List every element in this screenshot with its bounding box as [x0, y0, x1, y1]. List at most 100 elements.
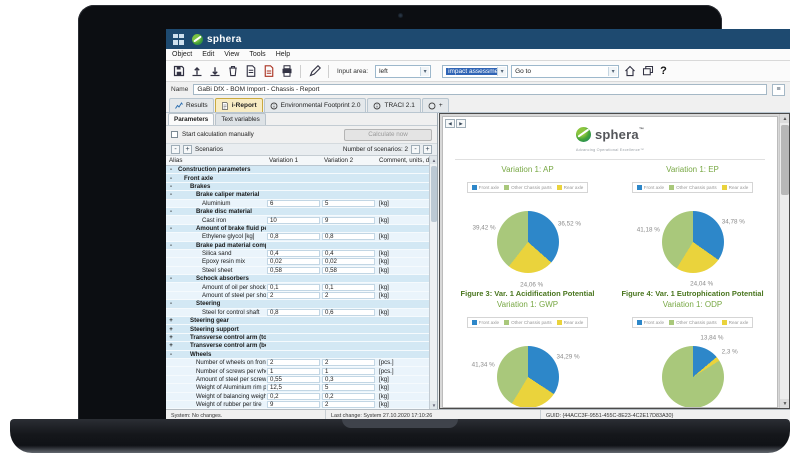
tab-traci[interactable]: TRACI 2.1 [367, 98, 421, 112]
view-mode-select[interactable]: impact assessment ▾ [442, 64, 509, 78]
value-input[interactable]: 2 [322, 401, 375, 409]
import-icon[interactable] [189, 64, 204, 79]
value-input[interactable]: 2 [322, 292, 375, 300]
value-input[interactable]: 0,8 [267, 308, 320, 316]
title-bar: sphera [166, 29, 790, 49]
value-input[interactable]: 9 [267, 401, 320, 409]
tab-add[interactable]: + [421, 98, 449, 112]
value-input[interactable]: 0,4 [322, 250, 375, 258]
legend-item: Other Chassis parts [504, 185, 552, 190]
document-icon[interactable] [243, 64, 258, 79]
expand-toggle[interactable]: + [166, 342, 176, 349]
value-input[interactable]: 0,8 [267, 233, 320, 241]
value-input[interactable]: 0,1 [267, 283, 320, 291]
scroll-thumb[interactable] [781, 125, 789, 195]
sphera-sphere-icon [192, 33, 203, 45]
value-input[interactable]: 0,55 [267, 375, 320, 383]
expand-toggle[interactable]: - [166, 275, 176, 282]
value-input[interactable]: 0,02 [267, 258, 320, 266]
value-input[interactable]: 5 [322, 199, 375, 207]
menu-edit[interactable]: Edit [202, 51, 214, 58]
menu-view[interactable]: View [224, 51, 239, 58]
value-input[interactable]: 1 [267, 367, 320, 375]
expand-toggle[interactable]: - [166, 175, 176, 182]
subtab-parameters[interactable]: Parameters [168, 113, 215, 125]
pdf-export-icon[interactable] [261, 64, 276, 79]
save-icon[interactable] [171, 64, 186, 79]
value-input[interactable]: 0,4 [267, 250, 320, 258]
scroll-thumb[interactable] [431, 166, 437, 222]
value-input[interactable]: 0,58 [267, 266, 320, 274]
alias-cell: Steering [196, 300, 221, 308]
scroll-up-icon[interactable]: ▲ [780, 114, 789, 123]
header-variation1[interactable]: Variation 1 [266, 157, 321, 164]
name-options-button[interactable]: ≡ [772, 83, 785, 96]
subtab-text-variables[interactable]: Text variables [215, 113, 266, 125]
report-scrollbar[interactable]: ▲ ▼ [779, 114, 789, 408]
divider [455, 159, 765, 160]
menu-object[interactable]: Object [172, 51, 192, 58]
tab-i-report[interactable]: i-Report [214, 98, 263, 112]
expand-toggle[interactable]: - [166, 242, 176, 249]
value-input[interactable]: 0,58 [322, 266, 375, 274]
goto-select[interactable]: Go to ▾ [511, 64, 620, 78]
delete-icon[interactable] [225, 64, 240, 79]
num-scenarios-minus-button[interactable]: - [411, 145, 420, 154]
expand-toggle[interactable]: - [166, 166, 176, 173]
scroll-down-icon[interactable]: ▼ [780, 399, 789, 408]
app-grid-icon[interactable] [173, 33, 184, 45]
value-input[interactable]: 6 [267, 199, 320, 207]
value-input[interactable]: 9 [322, 216, 375, 224]
expand-toggle[interactable]: - [166, 208, 176, 215]
expand-toggle[interactable]: - [166, 225, 176, 232]
tab-results[interactable]: Results [169, 98, 214, 112]
num-scenarios-plus-button[interactable]: + [423, 145, 432, 154]
value-input[interactable]: 0,2 [322, 392, 375, 400]
value-input[interactable]: 2 [267, 292, 320, 300]
calculate-now-button[interactable]: Calculate now [344, 128, 432, 141]
chart-legend: Front axle Other Chassis parts Rear axle [631, 182, 754, 193]
input-area-select[interactable]: left ▾ [375, 64, 432, 78]
expand-toggle[interactable]: - [166, 300, 176, 307]
header-alias[interactable]: Alias [166, 157, 266, 164]
expand-toggle[interactable]: - [166, 351, 176, 358]
value-input[interactable]: 0,02 [322, 258, 375, 266]
value-input[interactable]: 0,2 [267, 392, 320, 400]
value-input[interactable]: 1 [322, 367, 375, 375]
scenario-add-button[interactable]: + [183, 145, 192, 154]
pie-chart-block: Variation 1: EP Front axle Other Chassis … [610, 163, 775, 298]
menu-tools[interactable]: Tools [249, 51, 265, 58]
value-input[interactable]: 10 [267, 216, 320, 224]
expand-toggle[interactable]: + [166, 334, 176, 341]
value-input[interactable]: 0,8 [322, 233, 375, 241]
header-variation2[interactable]: Variation 2 [321, 157, 376, 164]
parameters-scrollbar[interactable]: ▲ ▼ [429, 156, 437, 409]
prev-page-icon[interactable]: ◀ [445, 119, 455, 128]
menu-help[interactable]: Help [276, 51, 290, 58]
home-icon[interactable] [622, 64, 637, 79]
tab-environmental-footprint[interactable]: Environmental Footprint 2.0 [263, 98, 367, 112]
windows-icon[interactable] [640, 64, 655, 79]
value-input[interactable]: 2 [267, 359, 320, 367]
help-icon[interactable]: ? [658, 65, 669, 77]
start-calc-checkbox[interactable] [171, 131, 178, 138]
value-input[interactable]: 0,3 [322, 375, 375, 383]
value-input[interactable]: 5 [322, 384, 375, 392]
scroll-down-icon[interactable]: ▼ [430, 401, 437, 409]
header-comment[interactable]: Comment, units, defaults [376, 157, 430, 164]
value-input[interactable]: 12,5 [267, 384, 320, 392]
scenario-remove-button[interactable]: - [171, 145, 180, 154]
value-input[interactable]: 2 [322, 359, 375, 367]
expand-toggle[interactable]: + [166, 326, 176, 333]
expand-toggle[interactable]: - [166, 191, 176, 198]
next-page-icon[interactable]: ▶ [456, 119, 466, 128]
print-icon[interactable] [279, 64, 294, 79]
export-icon[interactable] [207, 64, 222, 79]
name-input[interactable]: GaBi DfX - BOM Import - Chassis - Report [193, 84, 767, 95]
value-input[interactable]: 0,1 [322, 283, 375, 291]
expand-toggle[interactable]: - [166, 183, 176, 190]
expand-toggle[interactable]: + [166, 317, 176, 324]
value-input[interactable]: 0,6 [322, 308, 375, 316]
scroll-up-icon[interactable]: ▲ [430, 156, 437, 164]
edit-pencil-icon[interactable] [307, 64, 322, 79]
